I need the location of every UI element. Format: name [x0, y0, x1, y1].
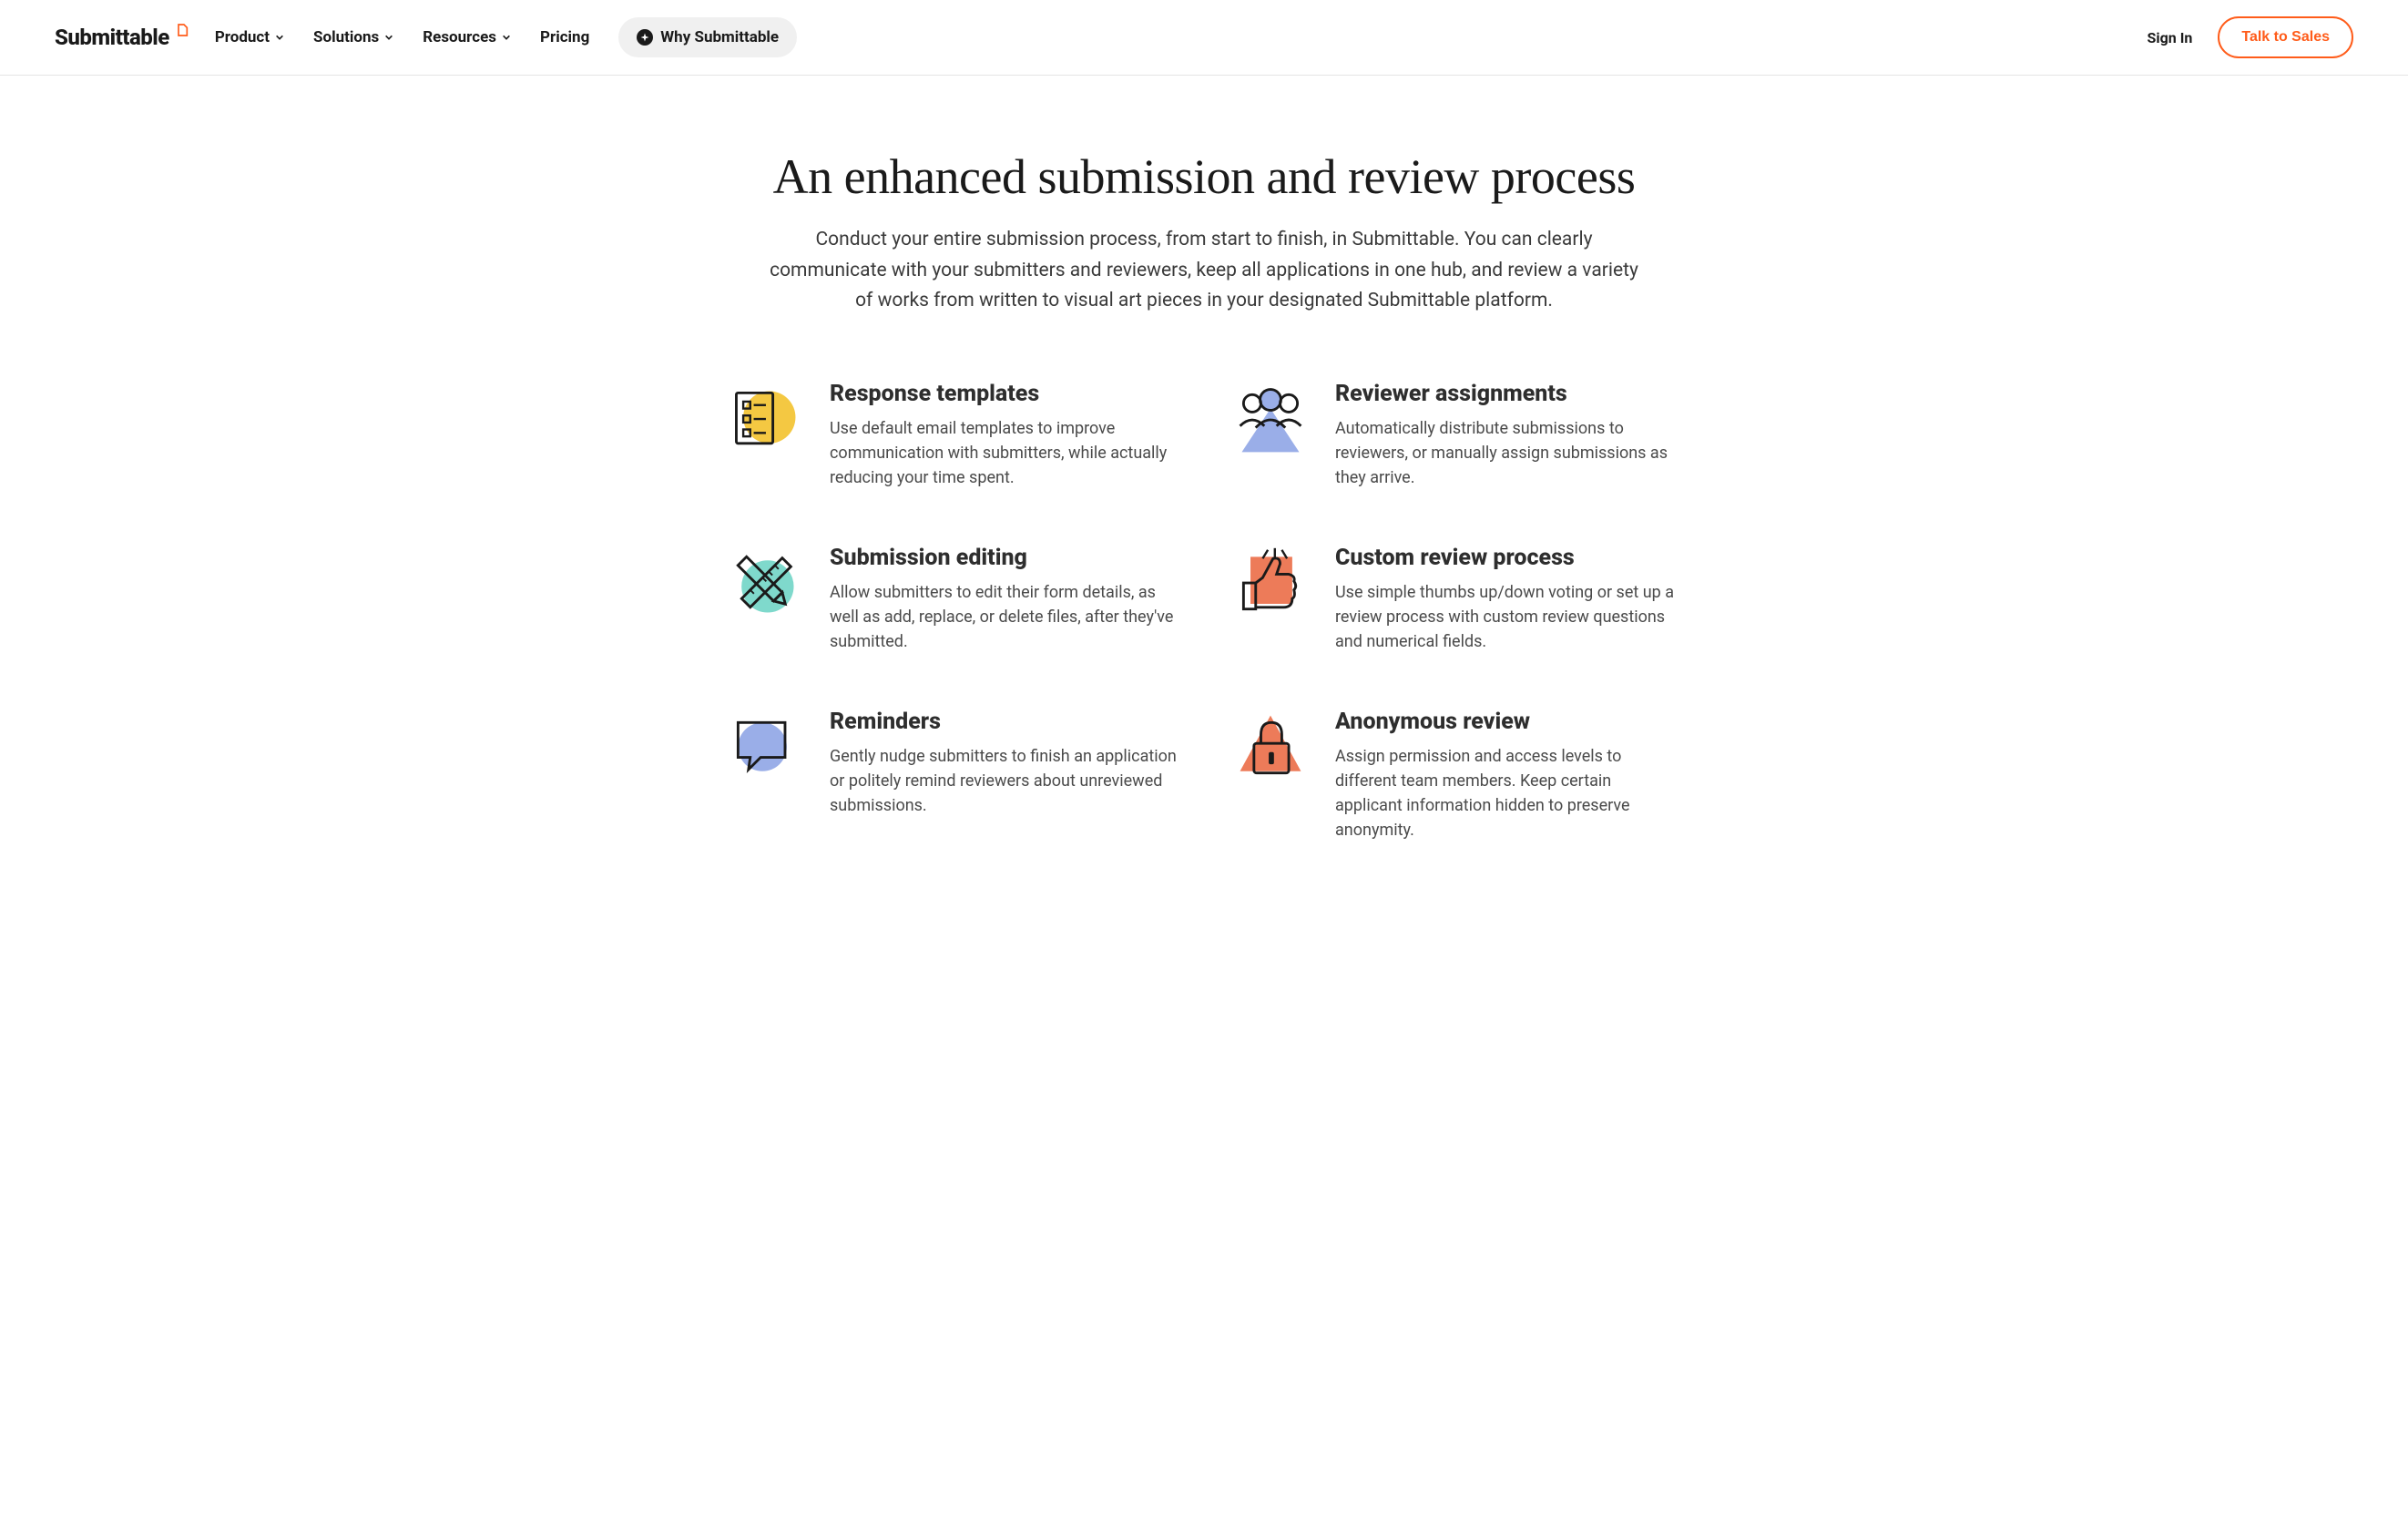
pencil-ruler-icon [726, 545, 804, 623]
nav-item-label: Solutions [313, 28, 379, 46]
compass-icon [637, 29, 653, 46]
feature-title: Reviewer assignments [1335, 381, 1682, 407]
feature-desc: Use simple thumbs up/down voting or set … [1335, 580, 1682, 654]
chevron-down-icon [502, 28, 511, 46]
nav-item-label: Product [215, 28, 270, 46]
feature-desc: Gently nudge submitters to finish an app… [830, 744, 1177, 818]
main-content: An enhanced submission and review proces… [689, 76, 1719, 897]
feature-desc: Use default email templates to improve c… [830, 416, 1177, 490]
chevron-down-icon [384, 28, 393, 46]
feature-desc: Assign permission and access levels to d… [1335, 744, 1682, 842]
thumbs-up-icon [1231, 545, 1310, 623]
nav-item-resources[interactable]: Resources [423, 28, 511, 46]
brand-logo[interactable]: Submittable [55, 25, 189, 50]
lock-icon [1231, 709, 1310, 787]
talk-to-sales-button[interactable]: Talk to Sales [2218, 16, 2353, 58]
feature-title: Response templates [830, 381, 1177, 407]
brand-logo-mark-icon [175, 23, 189, 42]
brand-name: Submittable [55, 25, 169, 50]
feature-response-templates: Response templates Use default email tem… [726, 381, 1177, 490]
top-nav: Submittable Product Solutions Resources [0, 0, 2408, 76]
nav-item-pricing[interactable]: Pricing [540, 28, 589, 46]
nav-item-product[interactable]: Product [215, 28, 284, 46]
nav-item-why[interactable]: Why Submittable [618, 17, 797, 57]
nav-item-label: Pricing [540, 28, 589, 46]
page-title: An enhanced submission and review proces… [726, 148, 1682, 205]
feature-desc: Automatically distribute submissions to … [1335, 416, 1682, 490]
nav-item-solutions[interactable]: Solutions [313, 28, 393, 46]
feature-title: Reminders [830, 709, 1177, 735]
feature-anonymous-review: Anonymous review Assign permission and a… [1231, 709, 1682, 842]
features-grid: Response templates Use default email tem… [726, 381, 1682, 842]
nav-item-label: Resources [423, 28, 496, 46]
feature-custom-review-process: Custom review process Use simple thumbs … [1231, 545, 1682, 654]
feature-desc: Allow submitters to edit their form deta… [830, 580, 1177, 654]
nav-item-label: Why Submittable [660, 28, 779, 46]
page-subtitle: Conduct your entire submission process, … [767, 225, 1641, 317]
feature-reminders: Reminders Gently nudge submitters to fin… [726, 709, 1177, 842]
chevron-down-icon [275, 28, 284, 46]
feature-title: Anonymous review [1335, 709, 1682, 735]
feature-title: Submission editing [830, 545, 1177, 571]
signin-label: Sign In [2148, 29, 2193, 46]
feature-title: Custom review process [1335, 545, 1682, 571]
checklist-icon [726, 381, 804, 459]
nav-items: Product Solutions Resources Pricing Why … [215, 17, 797, 57]
feature-reviewer-assignments: Reviewer assignments Automatically distr… [1231, 381, 1682, 490]
chat-bubble-icon [726, 709, 804, 787]
feature-submission-editing: Submission editing Allow submitters to e… [726, 545, 1177, 654]
people-icon [1231, 381, 1310, 459]
cta-label: Talk to Sales [2241, 29, 2330, 45]
signin-link[interactable]: Sign In [2148, 29, 2193, 46]
